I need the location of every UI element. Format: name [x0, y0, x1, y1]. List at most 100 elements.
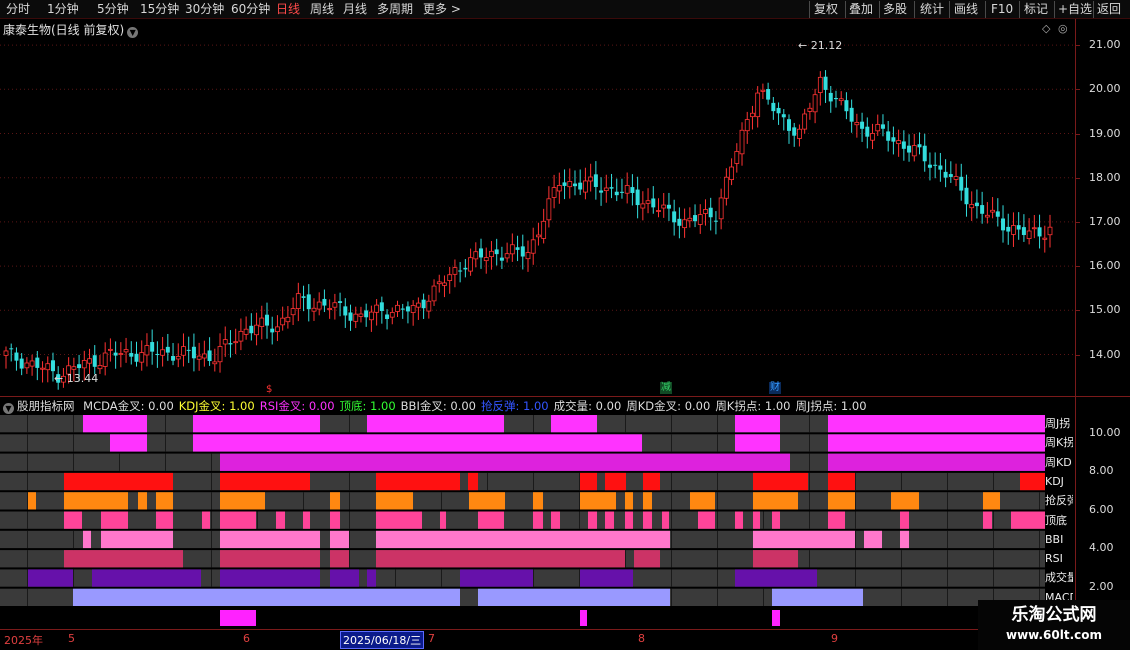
candle — [797, 124, 802, 147]
candle-body — [917, 144, 922, 148]
indicator-signal-bar — [376, 492, 413, 510]
f10-button[interactable]: F10 — [991, 2, 1013, 17]
indicator-signal-bar — [533, 492, 543, 510]
candle-body — [964, 187, 969, 205]
back-button[interactable]: 返回 — [1097, 2, 1121, 17]
indicator-signal-bar — [891, 492, 919, 510]
indicator-cell-divider — [671, 511, 672, 529]
candle — [353, 306, 359, 329]
indicator-cell-divider — [671, 569, 672, 587]
candle-body — [473, 251, 479, 260]
candle — [865, 117, 870, 149]
tab-weekly[interactable]: 周线 — [310, 2, 334, 17]
add-watchlist-button[interactable]: +自选 — [1058, 2, 1092, 17]
indicator-signal-bar — [330, 492, 340, 510]
candle-body — [1011, 225, 1016, 235]
tab-more[interactable]: 更多 > — [423, 2, 461, 17]
candle — [990, 197, 995, 219]
tab-60min[interactable]: 60分钟 — [231, 2, 270, 17]
candle-body — [81, 360, 87, 369]
candle — [332, 293, 338, 320]
candle — [295, 282, 301, 322]
candle-body — [50, 360, 55, 372]
candle-body — [316, 301, 322, 310]
candle — [922, 133, 927, 172]
candle-body — [525, 252, 531, 260]
indicator-cell-divider — [395, 569, 396, 587]
candle — [713, 211, 718, 235]
candle — [1042, 225, 1048, 253]
tab-minute[interactable]: 分时 — [6, 2, 30, 17]
candle — [530, 227, 536, 265]
indicator-cell-divider — [349, 492, 350, 510]
candle — [787, 114, 791, 144]
tab-15min[interactable]: 15分钟 — [140, 2, 179, 17]
indicator-signal-bar — [193, 434, 642, 452]
tab-multi-period[interactable]: 多周期 — [377, 2, 413, 17]
candle — [624, 172, 630, 204]
indicator-cell-divider — [993, 472, 994, 491]
indicator-cell-divider — [901, 588, 902, 606]
candle — [385, 309, 390, 330]
candle — [395, 300, 400, 318]
candle-body — [201, 353, 207, 359]
candle-body — [426, 300, 432, 312]
indicator-value: 周K拐点: 1.00 — [715, 399, 791, 413]
selected-date: 2025/06/18/三 — [340, 631, 425, 649]
candle — [645, 188, 651, 214]
adjust-button[interactable]: 复权 — [814, 2, 838, 17]
draw-line-button[interactable]: 画线 — [954, 2, 978, 17]
indicator-signal-bar — [156, 511, 173, 529]
candle — [447, 266, 453, 294]
chevron-down-icon[interactable]: ▼ — [3, 403, 14, 414]
tab-1min[interactable]: 1分钟 — [47, 2, 79, 17]
indicator-cell-divider — [533, 415, 534, 433]
candle — [661, 192, 667, 218]
candle — [901, 130, 906, 161]
candle-body — [45, 363, 51, 371]
indicator-cell-divider — [717, 550, 718, 568]
indicator-cell-divider — [855, 569, 856, 587]
overlay-button[interactable]: 叠加 — [849, 2, 873, 17]
candle-body — [165, 346, 170, 353]
indicator-tick: 4.00 — [1089, 541, 1114, 554]
statistics-button[interactable]: 统计 — [920, 2, 944, 17]
candle — [358, 306, 364, 323]
candle-body — [729, 166, 734, 181]
price-tick-mark — [1075, 89, 1080, 91]
candle-body — [468, 257, 473, 272]
candle — [875, 114, 881, 136]
indicator-cell-divider — [211, 511, 212, 529]
candle-body — [787, 119, 791, 131]
candle — [40, 361, 45, 383]
candle-body — [619, 191, 624, 193]
candle — [327, 299, 333, 319]
indicator-signal-bar — [625, 511, 633, 529]
mark-button[interactable]: 标记 — [1024, 2, 1048, 17]
tab-30min[interactable]: 30分钟 — [185, 2, 224, 17]
date-year: 2025年 — [4, 634, 43, 647]
candle — [959, 163, 964, 201]
candle-body — [656, 210, 661, 212]
candle — [599, 177, 604, 206]
indicator-cell-divider — [27, 434, 28, 452]
candle-body — [995, 211, 1000, 217]
price-tick: 15.00 — [1089, 303, 1121, 317]
candle — [144, 333, 150, 367]
indicator-signal-bar — [64, 511, 82, 529]
tab-daily[interactable]: 日线 — [276, 2, 300, 17]
indicator-signal-bar — [533, 511, 543, 529]
candle-body — [364, 310, 369, 318]
candle-body — [217, 346, 223, 363]
candle-body — [40, 367, 45, 370]
indicator-signal-bar — [220, 530, 320, 549]
candle — [368, 305, 374, 332]
candle-body — [290, 308, 296, 316]
candle — [452, 259, 458, 288]
multi-stock-button[interactable]: 多股 — [883, 2, 907, 17]
tab-5min[interactable]: 5分钟 — [97, 2, 129, 17]
tab-monthly[interactable]: 月线 — [343, 2, 367, 17]
marker-reduce: 减 — [660, 382, 672, 394]
candle-body — [71, 366, 77, 370]
candle-body — [817, 76, 823, 93]
